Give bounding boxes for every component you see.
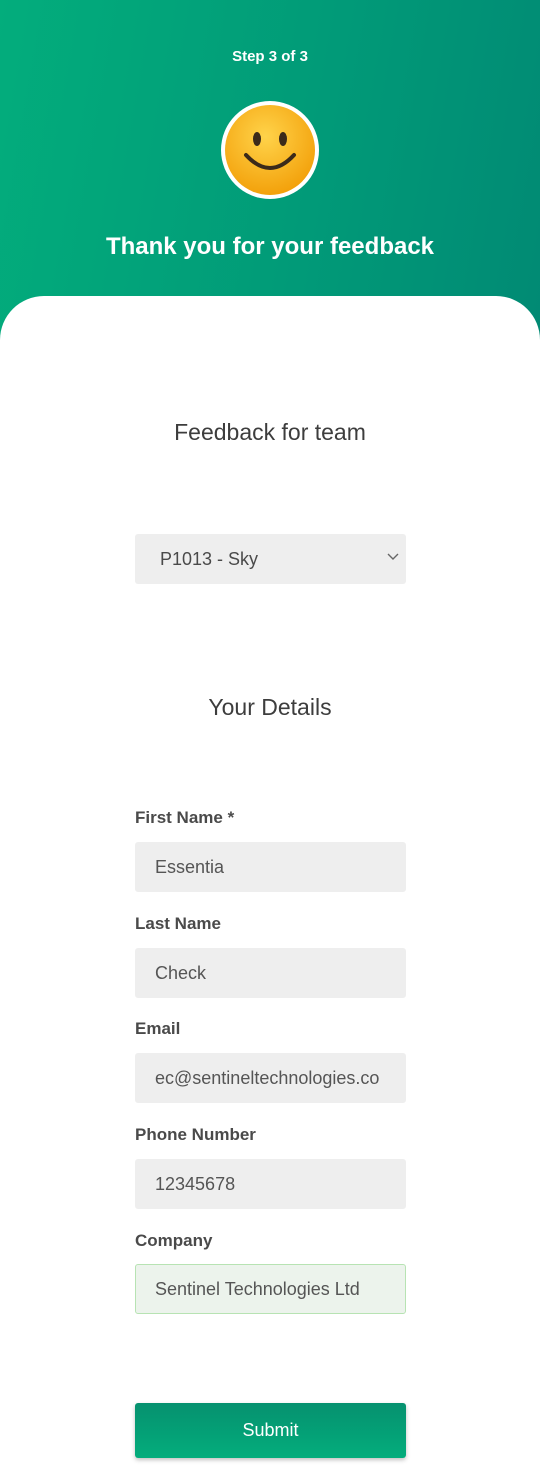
- company-label: Company: [135, 1231, 213, 1250]
- company-field[interactable]: Sentinel Technologies Ltd: [135, 1264, 406, 1314]
- smiley-face-icon: [221, 101, 319, 199]
- last-name-label: Last Name: [135, 914, 221, 933]
- last-name-field[interactable]: Check: [135, 948, 406, 998]
- details-section-title: Your Details: [208, 694, 332, 720]
- team-select[interactable]: P1013 - Sky: [135, 534, 406, 584]
- header-banner: Step 3 of 3 Thank you for your feedback: [0, 0, 540, 340]
- thank-you-title: Thank you for your feedback: [105, 233, 435, 260]
- chevron-down-icon: [387, 553, 399, 560]
- phone-field[interactable]: 12345678: [135, 1159, 406, 1209]
- feedback-section-title: Feedback for team: [174, 419, 366, 445]
- email-label: Email: [135, 1019, 181, 1038]
- submit-button[interactable]: Submit: [135, 1403, 406, 1458]
- first-name-field[interactable]: Essentia: [135, 842, 406, 892]
- phone-label: Phone Number: [135, 1125, 256, 1144]
- email-field[interactable]: ec@sentineltechnologies.co: [135, 1053, 406, 1103]
- step-indicator: Step 3 of 3: [232, 48, 308, 65]
- team-select-value: P1013 - Sky: [160, 548, 259, 569]
- first-name-label: First Name *: [135, 808, 235, 827]
